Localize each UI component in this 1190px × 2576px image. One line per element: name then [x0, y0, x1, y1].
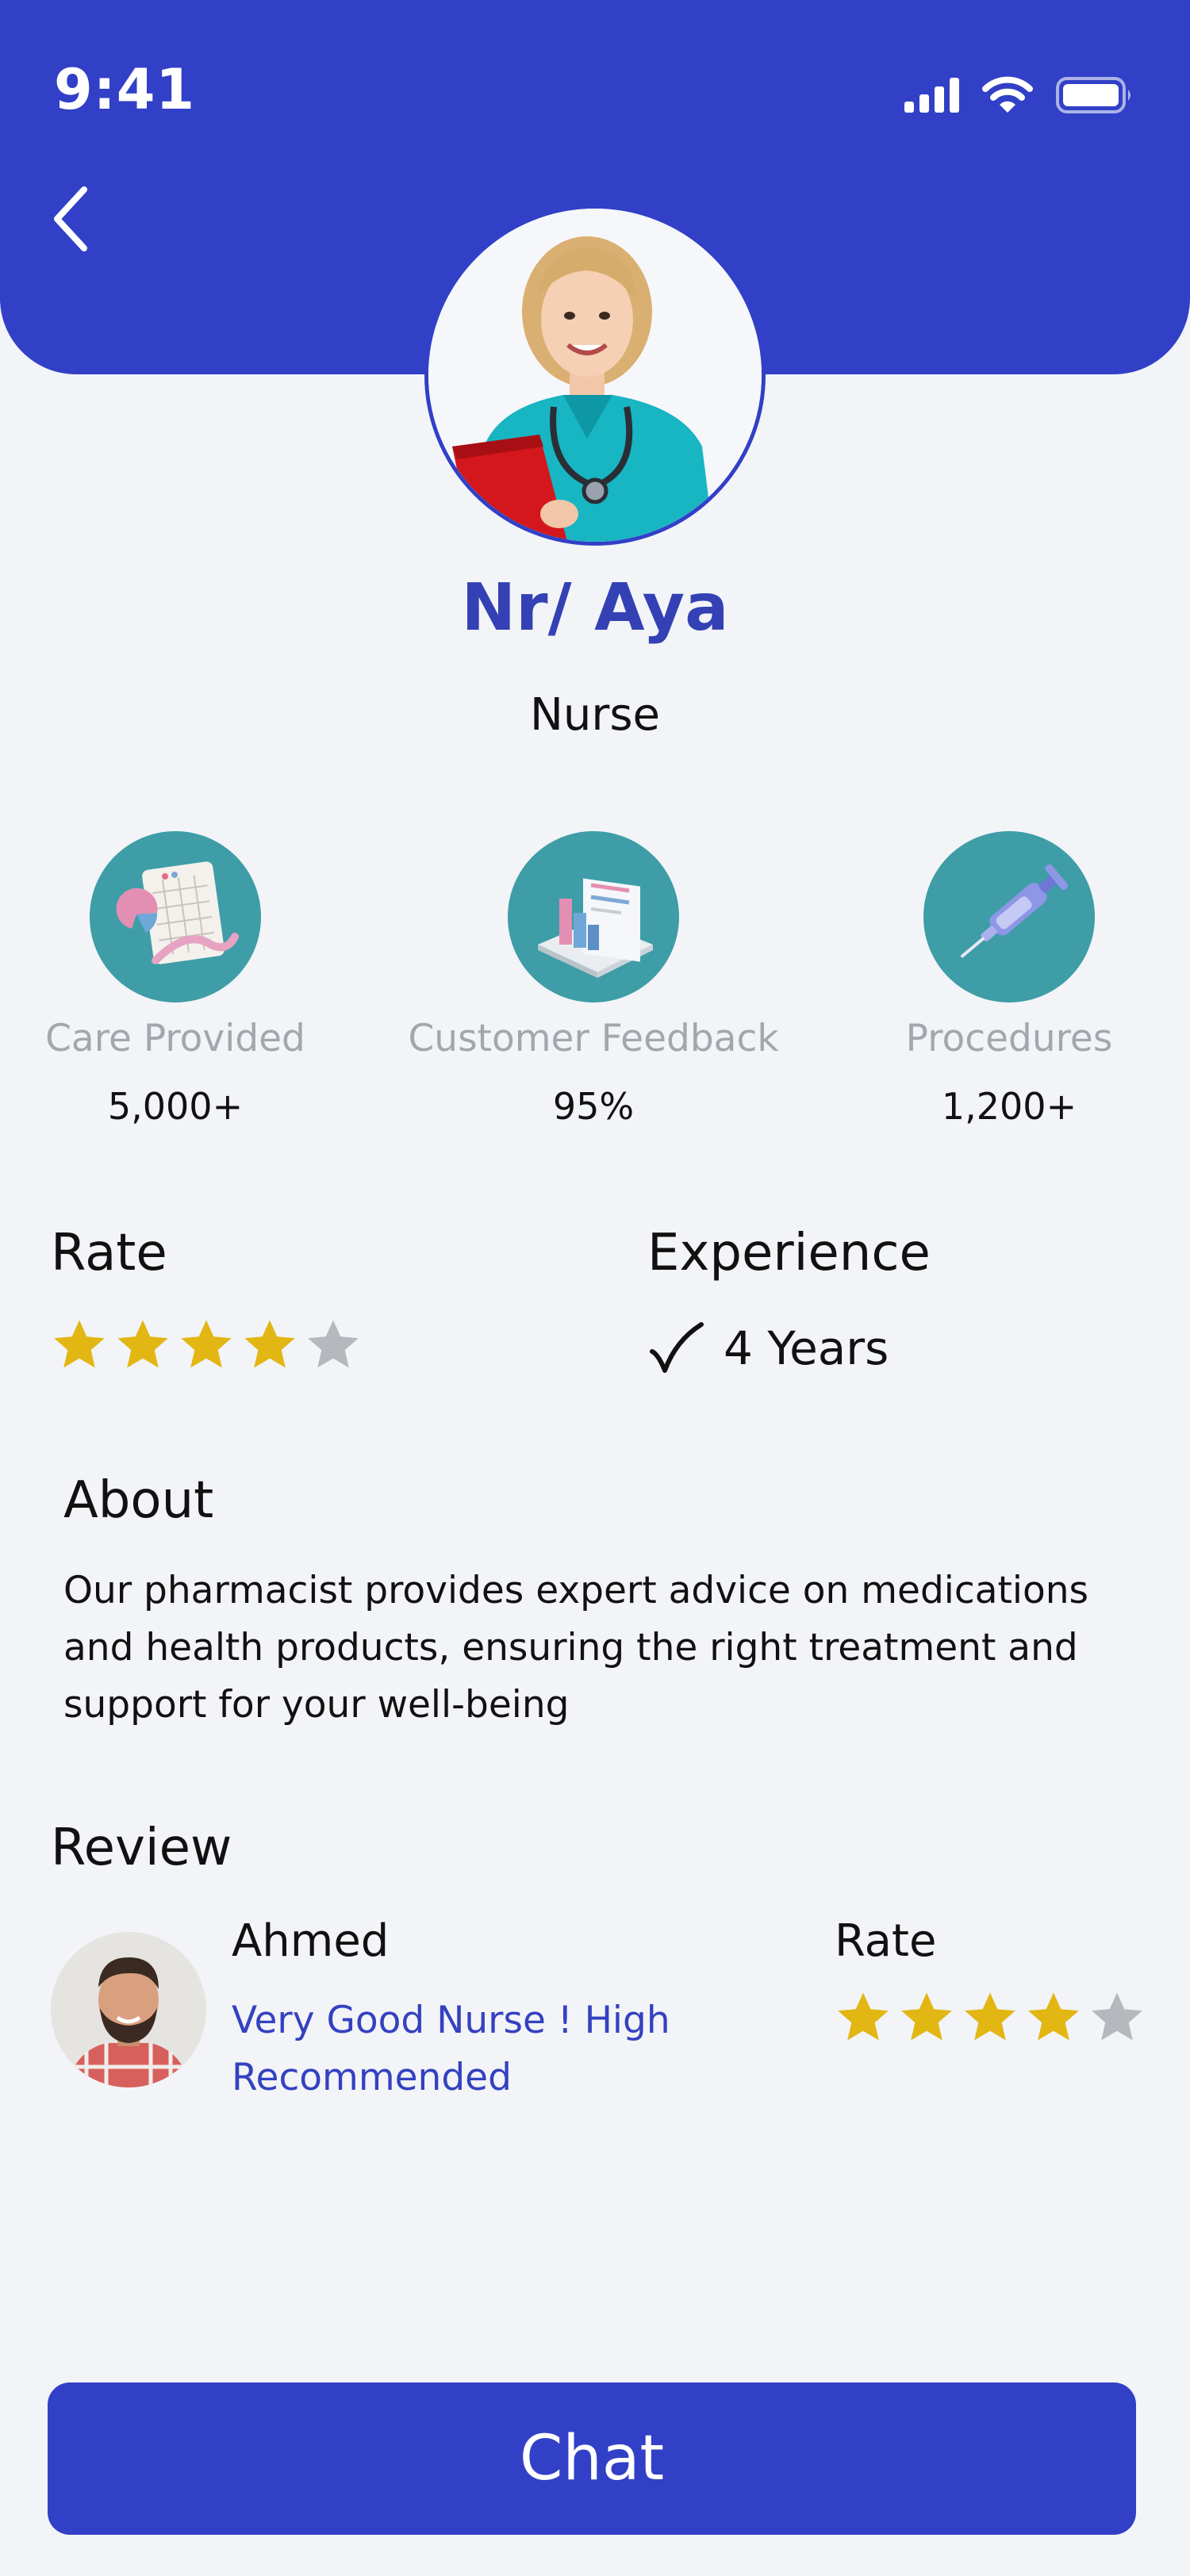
checkmark-icon: [647, 1320, 704, 1380]
review-title: Review: [51, 1819, 232, 1877]
stat-label: Care Provided: [45, 1017, 305, 1060]
stat-care-provided: Care Provided 5,000+: [0, 831, 374, 1129]
stat-icon-circle: [923, 831, 1095, 1002]
bar-chart-board-icon: [538, 878, 653, 978]
profile-name: Nr/ Aya: [461, 570, 729, 646]
stat-value: 5,000+: [107, 1085, 244, 1129]
star-filled-icon: [901, 1992, 952, 2041]
star-filled-icon: [838, 1992, 889, 2041]
star-filled-icon: [117, 1320, 168, 1368]
nurse-photo: [428, 209, 762, 542]
profile-photo: [424, 205, 766, 546]
stat-label: Procedures: [905, 1017, 1113, 1060]
about-text: Our pharmacist provides expert advice on…: [63, 1569, 1089, 1727]
star-filled-icon: [965, 1992, 1015, 2041]
stat-customer-feedback: Customer Feedback 95%: [395, 831, 792, 1129]
status-time: 9:41: [54, 57, 196, 122]
stat-value: 1,200+: [941, 1085, 1077, 1129]
about-title: About: [63, 1471, 214, 1530]
reviewer-photo: [51, 1932, 206, 2087]
profile-role: Nurse: [529, 689, 661, 741]
reviewer-name: Ahmed: [232, 1915, 390, 1967]
syringe-icon: [961, 864, 1069, 958]
rate-stars: [51, 1317, 362, 1374]
chart-document-icon: [116, 861, 239, 964]
star-filled-icon: [54, 1320, 105, 1368]
status-icons: [904, 73, 1134, 117]
star-empty-icon: [308, 1320, 359, 1368]
stat-icon-circle: [90, 831, 261, 1002]
cellular-signal-icon: [904, 78, 959, 113]
stat-value: 95%: [552, 1085, 635, 1129]
review-stars: [835, 1989, 1146, 2046]
stat-icon-circle: [508, 831, 679, 1002]
review-rate-label: Rate: [835, 1915, 937, 1967]
chat-button[interactable]: Chat: [48, 2382, 1136, 2535]
chevron-left-icon: [54, 186, 87, 251]
battery-icon: [1056, 77, 1130, 113]
back-button[interactable]: [40, 179, 103, 259]
star-empty-icon: [1092, 1992, 1142, 2041]
experience-value: 4 Years: [724, 1321, 889, 1375]
reviewer-avatar: [51, 1932, 206, 2087]
star-filled-icon: [181, 1320, 232, 1368]
stat-procedures: Procedures 1,200+: [811, 831, 1190, 1129]
star-filled-icon: [244, 1320, 295, 1368]
rate-title: Rate: [51, 1224, 167, 1282]
wifi-icon: [982, 76, 1033, 113]
stat-label: Customer Feedback: [408, 1017, 779, 1060]
star-filled-icon: [1028, 1992, 1079, 2041]
experience-title: Experience: [647, 1224, 931, 1282]
review-comment: Very Good Nurse ! High Recommended: [232, 1999, 670, 2099]
